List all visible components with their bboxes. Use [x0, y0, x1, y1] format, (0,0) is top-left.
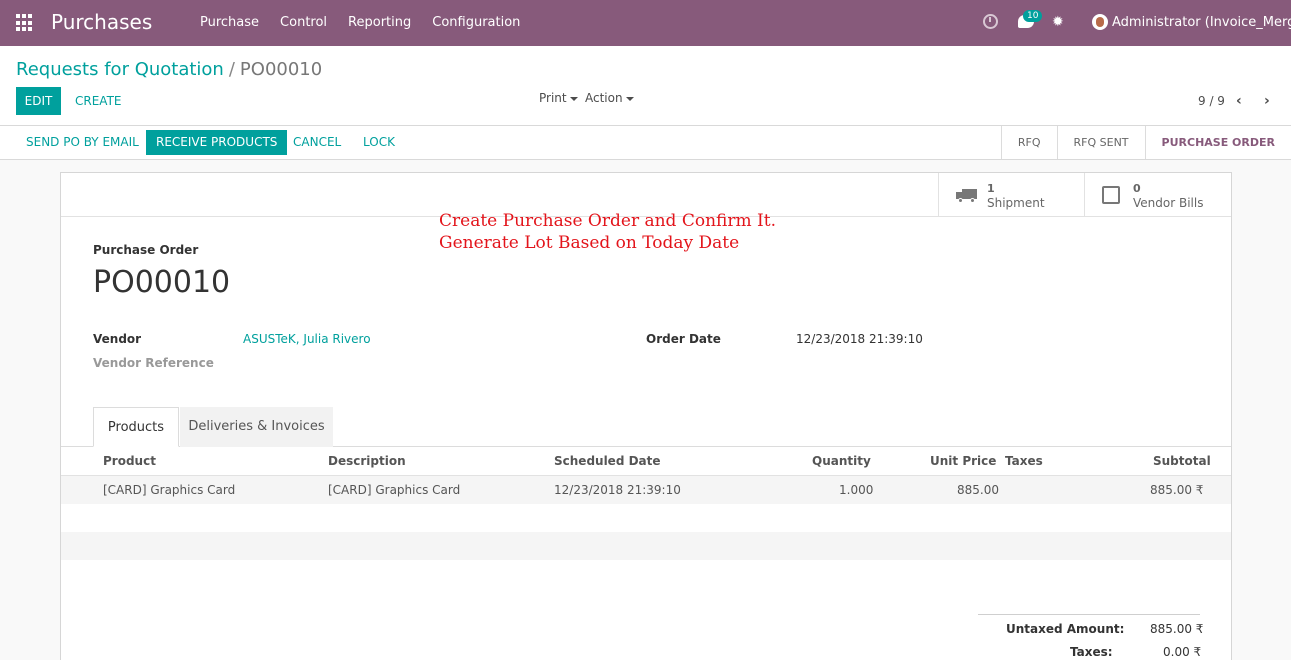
tab-deliveries-invoices[interactable]: Deliveries & Invoices	[180, 407, 333, 447]
menu-item-purchase[interactable]: Purchase	[200, 15, 259, 30]
stage-purchase-order[interactable]: PURCHASE ORDER	[1144, 126, 1291, 159]
cell-unit-price: 885.00	[957, 483, 999, 497]
print-label: Print	[539, 91, 567, 105]
create-button[interactable]: CREATE	[75, 87, 122, 115]
breadcrumb-rfq-link[interactable]: Requests for Quotation	[16, 59, 224, 80]
order-date-value: 12/23/2018 21:39:10	[796, 332, 923, 346]
menu-item-configuration[interactable]: Configuration	[432, 15, 520, 30]
table-row[interactable]: [CARD] Graphics Card [CARD] Graphics Car…	[61, 476, 1231, 504]
purchase-order-label: Purchase Order	[93, 243, 199, 257]
cancel-button[interactable]: CANCEL	[293, 130, 341, 155]
column-unit-price[interactable]: Unit Price	[930, 454, 996, 468]
shipment-smart-button[interactable]: 1 Shipment	[938, 173, 1085, 216]
pager-value: 9 / 9	[1198, 94, 1225, 108]
apps-menu-icon[interactable]	[16, 14, 34, 32]
annotation-line-2: Generate Lot Based on Today Date	[439, 233, 740, 253]
shipment-label: Shipment	[987, 196, 1045, 210]
status-bar: SEND PO BY EMAIL RECEIVE PRODUCTS CANCEL…	[0, 125, 1291, 160]
breadcrumb: Requests for Quotation / PO00010	[16, 59, 322, 80]
print-dropdown[interactable]: Print	[539, 91, 578, 105]
pencil-square-icon	[1102, 186, 1120, 204]
stage-bar: RFQ RFQ SENT PURCHASE ORDER	[1000, 126, 1291, 159]
pager-previous-icon[interactable]: ‹	[1236, 93, 1242, 109]
cell-subtotal: 885.00 ₹	[1150, 483, 1204, 497]
taxes-value: 0.00 ₹	[1163, 645, 1202, 659]
column-taxes[interactable]: Taxes	[1005, 454, 1043, 468]
column-scheduled-date[interactable]: Scheduled Date	[554, 454, 661, 468]
cell-scheduled-date: 12/23/2018 21:39:10	[554, 483, 681, 497]
untaxed-amount-label: Untaxed Amount:	[1006, 622, 1125, 636]
tab-products[interactable]: Products	[93, 407, 179, 447]
vendor-bills-smart-button[interactable]: 0 Vendor Bills	[1084, 173, 1231, 216]
pager-next-icon[interactable]: ›	[1264, 93, 1270, 109]
receive-products-button[interactable]: RECEIVE PRODUCTS	[146, 130, 288, 155]
vendor-reference-label: Vendor Reference	[93, 356, 214, 370]
menu-item-reporting[interactable]: Reporting	[348, 15, 411, 30]
annotation-text: Create Purchase Order and Confirm It. Ge…	[439, 210, 776, 254]
cell-product: [CARD] Graphics Card	[103, 483, 236, 497]
caret-down-icon	[569, 96, 578, 101]
column-quantity[interactable]: Quantity	[812, 454, 871, 468]
vendor-link[interactable]: ASUSTeK, Julia Rivero	[243, 332, 371, 346]
order-date-label: Order Date	[646, 332, 721, 346]
cell-description: [CARD] Graphics Card	[328, 483, 461, 497]
breadcrumb-separator: /	[228, 59, 235, 80]
vendor-bills-count: 0	[1133, 182, 1141, 195]
truck-icon	[956, 189, 978, 203]
table-row-empty	[61, 532, 1231, 560]
stage-rfq-sent[interactable]: RFQ SENT	[1056, 126, 1145, 159]
cell-quantity: 1.000	[839, 483, 874, 497]
action-label: Action	[585, 91, 623, 105]
top-navbar: Purchases Purchase Control Reporting Con…	[0, 0, 1291, 46]
app-title[interactable]: Purchases	[51, 10, 152, 34]
annotation-line-1: Create Purchase Order and Confirm It.	[439, 211, 776, 231]
caret-down-icon	[625, 96, 634, 101]
po-number-title: PO00010	[93, 265, 231, 300]
breadcrumb-current: PO00010	[239, 59, 323, 80]
vendor-label: Vendor	[93, 332, 142, 346]
shipment-count: 1	[987, 182, 995, 195]
totals-divider	[978, 614, 1200, 615]
order-lines-header: Product Description Scheduled Date Quant…	[61, 447, 1231, 476]
chat-count-badge: 10	[1023, 10, 1043, 22]
main-menu: Purchase Control Reporting Configuration	[200, 15, 541, 30]
column-description[interactable]: Description	[328, 454, 406, 468]
taxes-label: Taxes:	[1070, 645, 1113, 659]
menu-item-control[interactable]: Control	[280, 15, 327, 30]
column-subtotal[interactable]: Subtotal	[1153, 454, 1211, 468]
untaxed-amount-value: 885.00 ₹	[1150, 622, 1204, 636]
debug-bug-icon[interactable]: ✹	[1052, 14, 1066, 31]
activity-clock-icon[interactable]	[983, 14, 998, 29]
user-avatar[interactable]	[1092, 14, 1108, 30]
stage-rfq[interactable]: RFQ	[1000, 126, 1057, 159]
vendor-bills-label: Vendor Bills	[1133, 196, 1204, 210]
lock-button[interactable]: LOCK	[363, 130, 395, 155]
user-menu-name[interactable]: Administrator (Invoice_Merge)	[1112, 15, 1291, 30]
edit-button[interactable]: EDIT	[16, 87, 61, 115]
send-po-email-button[interactable]: SEND PO BY EMAIL	[26, 130, 139, 155]
action-dropdown[interactable]: Action	[585, 91, 634, 105]
column-product[interactable]: Product	[103, 454, 156, 468]
